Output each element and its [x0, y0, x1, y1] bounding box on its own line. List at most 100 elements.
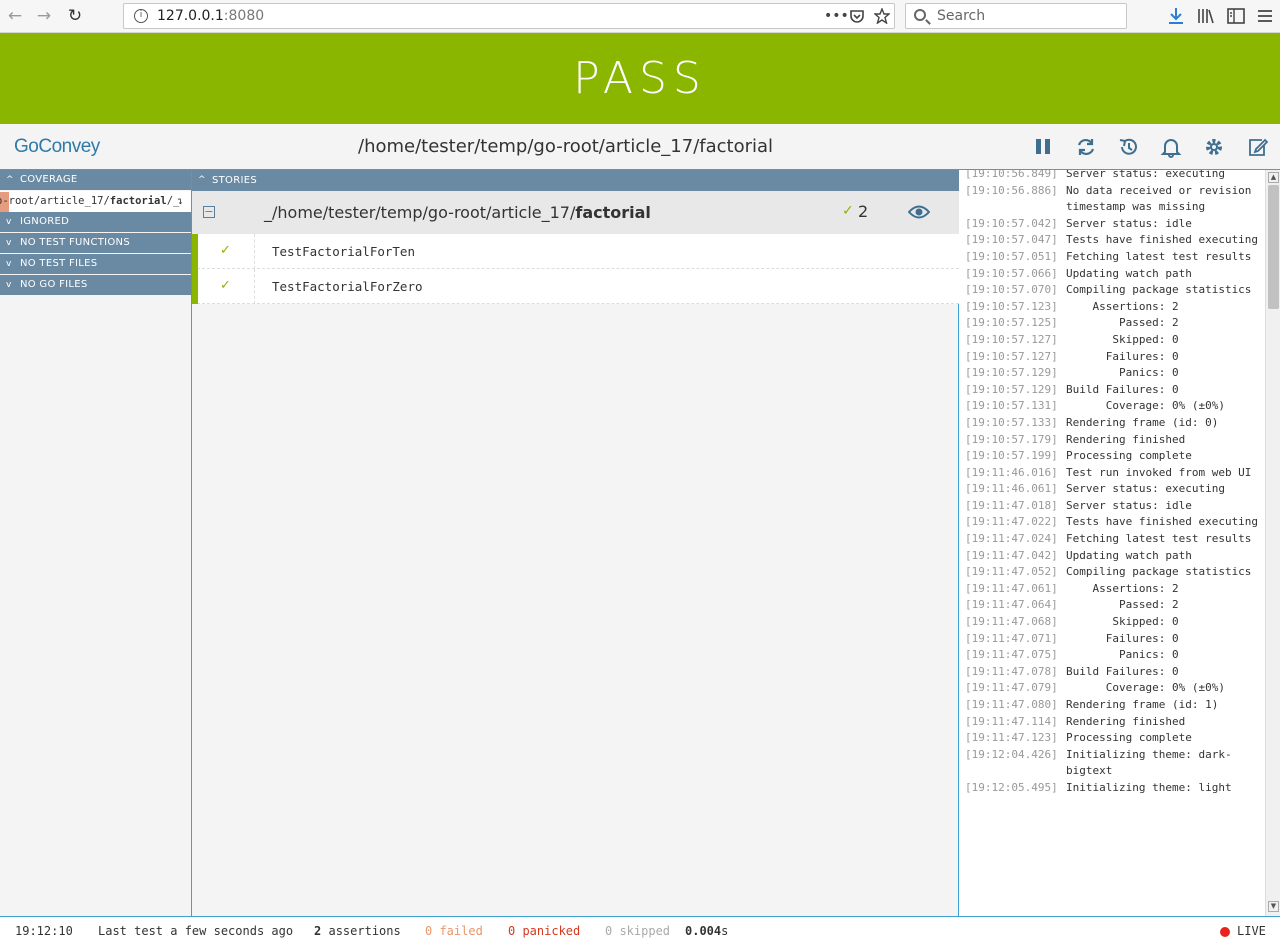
log-line: [19:10:57.047] Tests have finished execut…	[965, 232, 1261, 249]
log-timestamp: [19:10:57.199]	[965, 449, 1058, 463]
log-timestamp: [19:10:56.886]	[965, 183, 1058, 197]
log-timestamp: [19:11:47.075]	[965, 648, 1058, 662]
stories-panel: ^ STORIES − _/home/tester/temp/go-root/a…	[192, 170, 959, 916]
log-line: [19:11:46.016] Test run invoked from web …	[965, 465, 1261, 482]
log-line: [19:11:47.079] Coverage: 0% (±0%)	[965, 680, 1261, 697]
pocket-icon[interactable]	[849, 9, 865, 24]
app-logo[interactable]: GoConvey	[14, 136, 100, 158]
log-line: [19:10:57.129] Build Failures: 0	[965, 382, 1261, 399]
eye-icon[interactable]	[908, 204, 930, 220]
no-test-functions-section-header[interactable]: v NO TEST FUNCTIONS	[0, 233, 191, 253]
caret-up-icon: ^	[6, 175, 14, 185]
log-line: [19:10:57.199] Processing complete	[965, 448, 1261, 465]
log-panel[interactable]: [19:10:56.849] Server status: executing [1…	[960, 170, 1280, 916]
log-message: Test run invoked from web UI	[1066, 465, 1252, 479]
log-timestamp: [19:10:57.051]	[965, 249, 1058, 263]
log-timestamp: [19:11:47.078]	[965, 664, 1058, 678]
coverage-item[interactable]: o-root/article_17/factorial/_ ↴	[0, 191, 191, 212]
watched-path[interactable]: /home/tester/temp/go-root/article_17/fac…	[358, 136, 773, 157]
forward-arrow-icon[interactable]: →	[33, 5, 55, 27]
log-timestamp: [19:10:57.070]	[965, 283, 1058, 297]
url-bar[interactable]: i 127.0.0.1:8080 •••	[123, 3, 895, 29]
log-timestamp: [19:10:57.127]	[965, 349, 1058, 363]
log-line: [19:10:57.051] Fetching latest test resul…	[965, 249, 1261, 266]
no-go-files-section-header[interactable]: v NO GO FILES	[0, 275, 191, 295]
log-line: [19:10:57.042] Server status: idle	[965, 216, 1261, 233]
section-label: IGNORED	[20, 216, 70, 227]
info-icon[interactable]: i	[134, 9, 148, 23]
bookmark-star-icon[interactable]	[874, 8, 890, 24]
log-message: Panics: 0	[1066, 648, 1179, 662]
log-line: [19:11:47.024] Fetching latest test resul…	[965, 531, 1261, 548]
footer-assertions: 2 assertions	[314, 917, 401, 946]
scroll-down-arrow-icon[interactable]: ▼	[1268, 901, 1279, 912]
divider	[254, 269, 255, 304]
search-input[interactable]: Search	[905, 3, 1127, 29]
test-name: TestFactorialForZero	[272, 279, 423, 294]
footer-time: 19:12:10	[15, 924, 73, 938]
log-line: [19:10:57.133] Rendering frame (id: 0)	[965, 415, 1261, 432]
log-message: Failures: 0	[1066, 631, 1179, 645]
page-actions-icon[interactable]: •••	[824, 7, 849, 25]
footer-duration: 0.004s	[685, 917, 728, 946]
scroll-thumb[interactable]	[1268, 185, 1279, 309]
pause-icon[interactable]	[1033, 136, 1055, 158]
log-line: [19:11:47.080] Rendering frame (id: 1)	[965, 697, 1261, 714]
package-path-prefix: _/home/tester/temp/go-root/article_17/	[264, 203, 576, 222]
log-message: Rendering finished	[1066, 714, 1186, 728]
log-message: No data received or revision timestamp w…	[1066, 183, 1259, 214]
footer-panicked: 0 panicked	[508, 924, 581, 938]
library-icon[interactable]	[1196, 6, 1216, 26]
gear-icon[interactable]	[1203, 136, 1225, 158]
log-line: [19:10:57.066] Updating watch path	[965, 266, 1261, 283]
refresh-icon[interactable]	[1075, 136, 1097, 158]
footer-live[interactable]: LIVE	[1237, 917, 1266, 946]
log-timestamp: [19:10:57.179]	[965, 432, 1058, 446]
checkmark-icon: ✓	[842, 203, 854, 219]
bell-icon[interactable]	[1160, 136, 1182, 158]
edit-icon[interactable]	[1247, 136, 1269, 158]
coverage-link-arrow-icon[interactable]: ↴	[177, 191, 183, 212]
history-icon[interactable]	[1117, 136, 1139, 158]
menu-icon[interactable]	[1255, 6, 1275, 26]
log-line: [19:11:47.075] Panics: 0	[965, 647, 1261, 664]
log-message: Rendering frame (id: 1)	[1066, 698, 1219, 711]
status-banner: PASS	[0, 33, 1280, 124]
package-name: factorial	[575, 203, 651, 222]
log-timestamp: [19:10:57.042]	[965, 216, 1058, 230]
coverage-section-header[interactable]: ^ COVERAGE	[0, 170, 191, 190]
log-scrollbar[interactable]: ▲ ▼	[1265, 170, 1280, 916]
log-line: [19:10:57.127] Failures: 0	[965, 349, 1261, 366]
test-row[interactable]: ✓ TestFactorialForZero	[192, 269, 959, 304]
log-timestamp: [19:10:57.129]	[965, 382, 1058, 396]
test-row[interactable]: ✓ TestFactorialForTen	[192, 234, 959, 269]
log-line: [19:10:57.070] Compiling package statisti…	[965, 282, 1261, 299]
download-icon[interactable]	[1166, 6, 1186, 26]
reload-icon[interactable]: ↻	[64, 5, 86, 27]
log-list: [19:10:56.849] Server status: executing [1…	[965, 170, 1261, 797]
coverage-label: COVERAGE	[20, 174, 78, 185]
ignored-section-header[interactable]: v IGNORED	[0, 212, 191, 232]
caret-down-icon: v	[6, 280, 12, 290]
log-timestamp: [19:11:47.071]	[965, 631, 1058, 645]
log-timestamp: [19:11:47.024]	[965, 532, 1058, 546]
sidebar-icon[interactable]	[1226, 6, 1246, 26]
log-line: [19:10:57.123] Assertions: 2	[965, 299, 1261, 316]
no-test-files-section-header[interactable]: v NO TEST FILES	[0, 254, 191, 274]
scroll-up-arrow-icon[interactable]: ▲	[1268, 172, 1279, 183]
log-timestamp: [19:10:57.123]	[965, 299, 1058, 313]
log-message: Server status: idle	[1066, 498, 1192, 512]
footer-skipped: 0 skipped	[605, 924, 671, 938]
url-port: :8080	[223, 8, 265, 24]
log-timestamp: [19:12:05.495]	[965, 780, 1058, 794]
stories-header[interactable]: ^ STORIES	[192, 170, 959, 191]
log-line: [19:11:47.078] Build Failures: 0	[965, 664, 1261, 681]
log-line: [19:10:56.849] Server status: executing	[965, 170, 1261, 183]
log-message: Skipped: 0	[1066, 615, 1179, 629]
search-icon	[914, 9, 926, 21]
back-arrow-icon[interactable]: ←	[4, 5, 26, 27]
caret-up-icon: ^	[198, 175, 206, 185]
collapse-icon[interactable]: −	[203, 206, 215, 218]
status-banner-text: PASS	[573, 53, 707, 104]
log-line: [19:11:47.064] Passed: 2	[965, 597, 1261, 614]
